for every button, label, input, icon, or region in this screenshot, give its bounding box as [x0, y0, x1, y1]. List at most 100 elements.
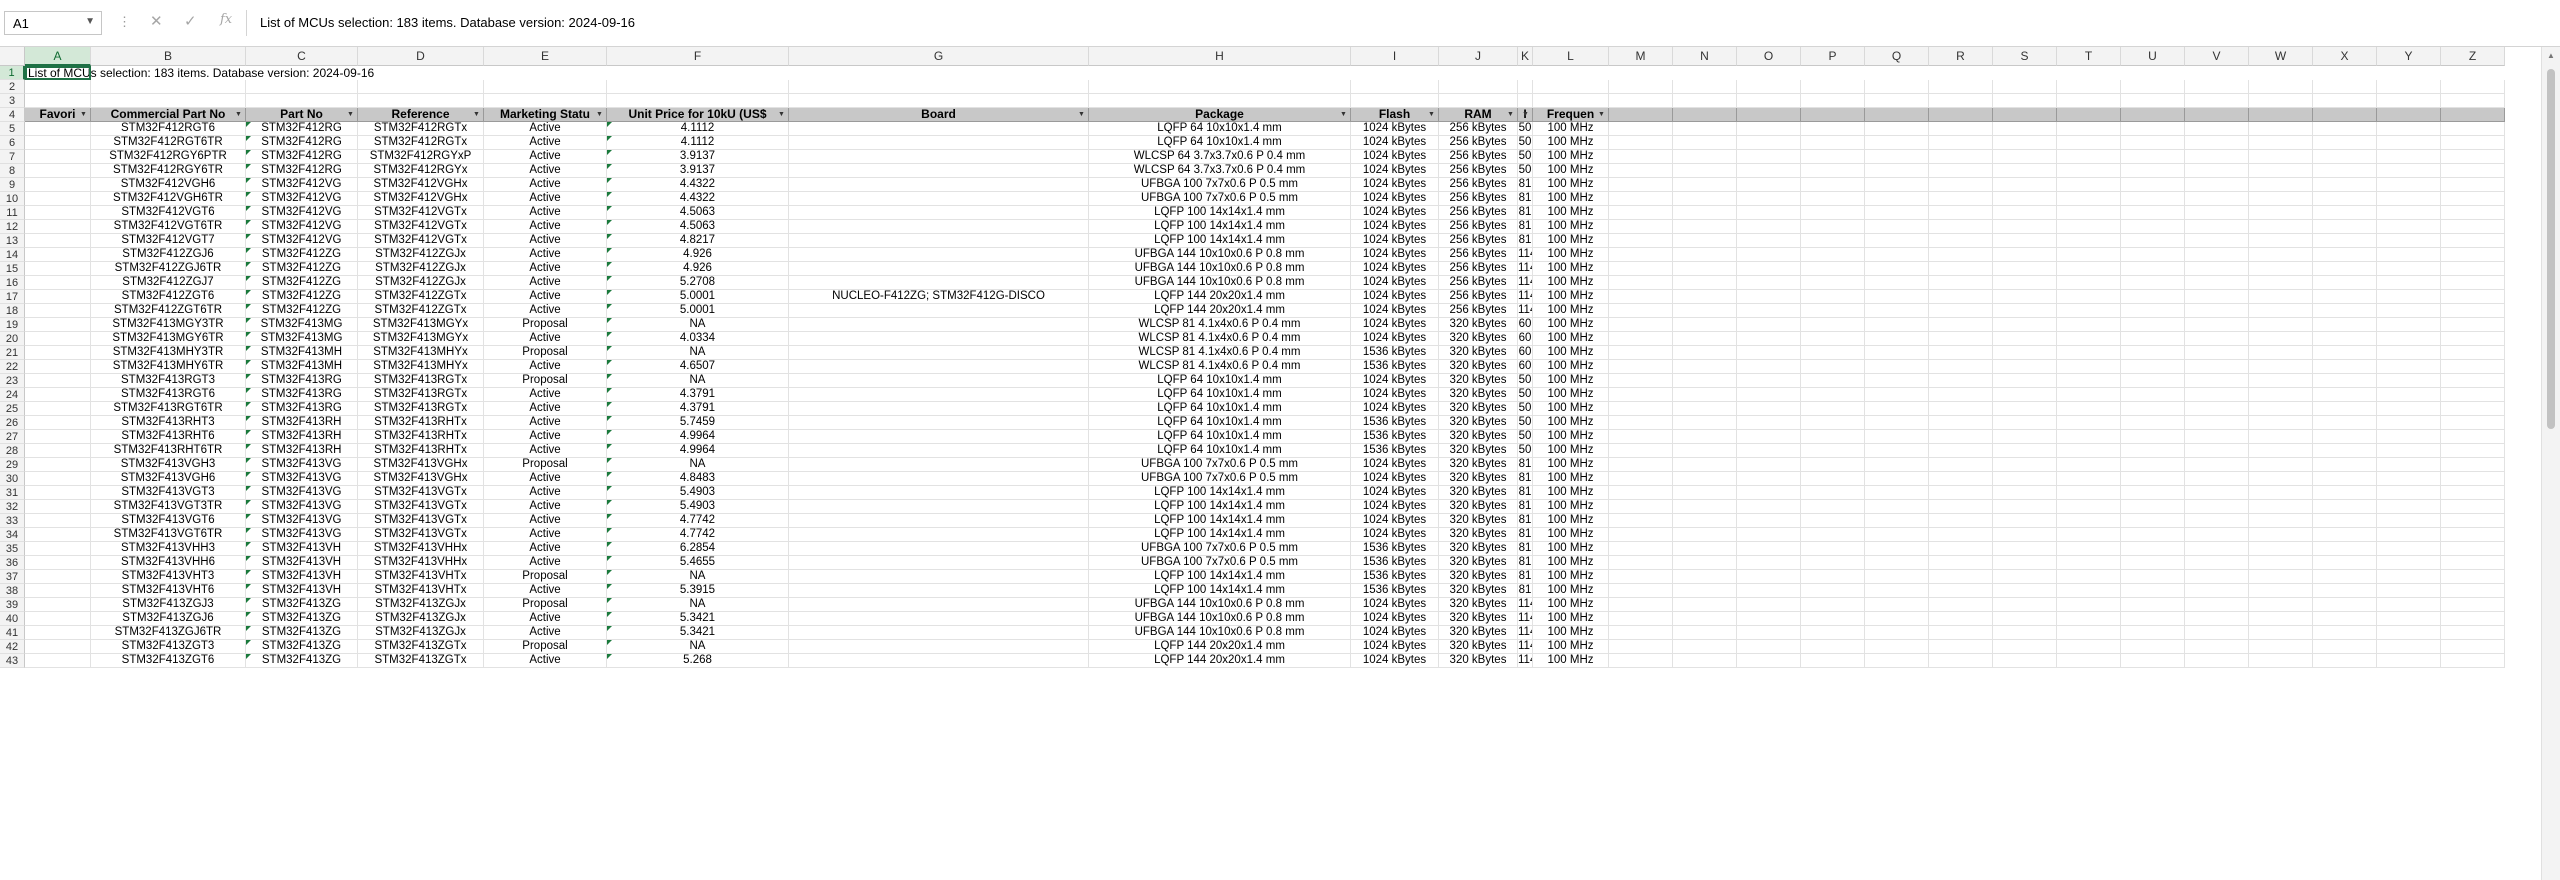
- grid-cell[interactable]: 114: [1518, 262, 1533, 276]
- grid-cell[interactable]: [1737, 248, 1801, 262]
- grid-cell[interactable]: 320 kBytes: [1439, 346, 1518, 360]
- grid-cell[interactable]: Active: [484, 220, 607, 234]
- grid-cell[interactable]: [2185, 192, 2249, 206]
- grid-cell[interactable]: [1801, 346, 1865, 360]
- grid-cell[interactable]: 256 kBytes: [1439, 136, 1518, 150]
- grid-cell[interactable]: LQFP 100 14x14x1.4 mm: [1089, 220, 1351, 234]
- grid-cell[interactable]: [2185, 388, 2249, 402]
- grid-cell[interactable]: [789, 94, 1089, 108]
- grid-cell[interactable]: [1673, 192, 1737, 206]
- grid-cell[interactable]: [2185, 640, 2249, 654]
- grid-cell[interactable]: [2377, 388, 2441, 402]
- grid-cell[interactable]: [2185, 164, 2249, 178]
- column-header-s[interactable]: S: [1993, 47, 2057, 66]
- grid-cell[interactable]: [1929, 472, 1993, 486]
- grid-cell[interactable]: [2377, 626, 2441, 640]
- grid-cell[interactable]: [2249, 150, 2313, 164]
- grid-cell[interactable]: [2121, 472, 2185, 486]
- grid-cell[interactable]: STM32F412VG: [246, 192, 358, 206]
- grid-cell[interactable]: [1929, 80, 1993, 94]
- grid-cell[interactable]: [1801, 136, 1865, 150]
- grid-cell[interactable]: [2057, 430, 2121, 444]
- row-header-40[interactable]: 40: [0, 612, 25, 626]
- grid-cell[interactable]: 100 MHz: [1533, 500, 1609, 514]
- grid-cell[interactable]: UFBGA 144 10x10x0.6 P 0.8 mm: [1089, 612, 1351, 626]
- grid-cell[interactable]: [1865, 472, 1929, 486]
- grid-cell[interactable]: [1737, 388, 1801, 402]
- row-header-19[interactable]: 19: [0, 318, 25, 332]
- grid-cell[interactable]: [1801, 416, 1865, 430]
- table-header-cell[interactable]: Package ▼: [1089, 108, 1351, 122]
- grid-cell[interactable]: [91, 94, 246, 108]
- grid-cell[interactable]: [1865, 122, 1929, 136]
- grid-cell[interactable]: [2441, 220, 2505, 234]
- grid-cell[interactable]: [1609, 262, 1673, 276]
- grid-cell[interactable]: [2441, 178, 2505, 192]
- grid-cell[interactable]: 320 kBytes: [1439, 570, 1518, 584]
- grid-cell[interactable]: [789, 150, 1089, 164]
- grid-cell[interactable]: 81: [1518, 500, 1533, 514]
- grid-cell[interactable]: STM32F413RH: [246, 430, 358, 444]
- grid-cell[interactable]: 320 kBytes: [1439, 472, 1518, 486]
- row-header-11[interactable]: 11: [0, 206, 25, 220]
- grid-cell[interactable]: 4.926: [607, 262, 789, 276]
- grid-cell[interactable]: STM32F413VGT6: [91, 514, 246, 528]
- grid-cell[interactable]: [2313, 276, 2377, 290]
- grid-cell[interactable]: [2441, 234, 2505, 248]
- grid-cell[interactable]: 1024 kBytes: [1351, 206, 1439, 220]
- grid-cell[interactable]: [2377, 318, 2441, 332]
- grid-cell[interactable]: [2057, 122, 2121, 136]
- grid-cell[interactable]: [1737, 290, 1801, 304]
- grid-cell[interactable]: [1737, 556, 1801, 570]
- grid-cell[interactable]: [1737, 234, 1801, 248]
- grid-cell[interactable]: [2377, 570, 2441, 584]
- grid-cell[interactable]: NA: [607, 458, 789, 472]
- grid-cell[interactable]: [1865, 374, 1929, 388]
- grid-cell[interactable]: [2377, 122, 2441, 136]
- grid-cell[interactable]: [789, 556, 1089, 570]
- table-header-cell[interactable]: I ▼: [1518, 108, 1533, 122]
- column-header-x[interactable]: X: [2313, 47, 2377, 66]
- grid-cell[interactable]: [1801, 612, 1865, 626]
- grid-cell[interactable]: [1801, 556, 1865, 570]
- grid-cell[interactable]: Proposal: [484, 570, 607, 584]
- grid-cell[interactable]: [1865, 458, 1929, 472]
- grid-cell[interactable]: [1801, 318, 1865, 332]
- grid-cell[interactable]: [1609, 584, 1673, 598]
- grid-cell[interactable]: [1737, 262, 1801, 276]
- grid-cell[interactable]: 81: [1518, 486, 1533, 500]
- grid-cell[interactable]: Active: [484, 164, 607, 178]
- grid-cell[interactable]: [1801, 360, 1865, 374]
- grid-cell[interactable]: 100 MHz: [1533, 654, 1609, 668]
- grid-cell[interactable]: [1801, 150, 1865, 164]
- grid-cell[interactable]: [1929, 430, 1993, 444]
- grid-cell[interactable]: [2377, 276, 2441, 290]
- grid-cell[interactable]: Active: [484, 332, 607, 346]
- grid-cell[interactable]: [25, 276, 91, 290]
- filter-dropdown-icon[interactable]: ▼: [595, 110, 604, 119]
- grid-cell[interactable]: [1929, 206, 1993, 220]
- grid-cell[interactable]: [2249, 612, 2313, 626]
- grid-cell[interactable]: [1673, 374, 1737, 388]
- grid-cell[interactable]: [1801, 640, 1865, 654]
- grid-cell[interactable]: [1518, 94, 1533, 108]
- grid-cell[interactable]: [789, 626, 1089, 640]
- grid-cell[interactable]: [789, 444, 1089, 458]
- grid-cell[interactable]: [1673, 584, 1737, 598]
- grid-cell[interactable]: [1609, 346, 1673, 360]
- grid-cell[interactable]: [2185, 626, 2249, 640]
- grid-cell[interactable]: [2121, 164, 2185, 178]
- grid-cell[interactable]: 1536 kBytes: [1351, 346, 1439, 360]
- grid-cell[interactable]: 1024 kBytes: [1351, 122, 1439, 136]
- grid-cell[interactable]: 1536 kBytes: [1351, 542, 1439, 556]
- grid-cell[interactable]: 100 MHz: [1533, 332, 1609, 346]
- grid-cell[interactable]: [1673, 570, 1737, 584]
- grid-cell[interactable]: [1801, 514, 1865, 528]
- grid-cell[interactable]: STM32F413RGTx: [358, 402, 484, 416]
- grid-cell[interactable]: 81: [1518, 556, 1533, 570]
- grid-cell[interactable]: [2057, 570, 2121, 584]
- row-header-3[interactable]: 3: [0, 94, 25, 108]
- grid-cell[interactable]: 100 MHz: [1533, 234, 1609, 248]
- grid-cell[interactable]: [1609, 122, 1673, 136]
- grid-cell[interactable]: [2185, 598, 2249, 612]
